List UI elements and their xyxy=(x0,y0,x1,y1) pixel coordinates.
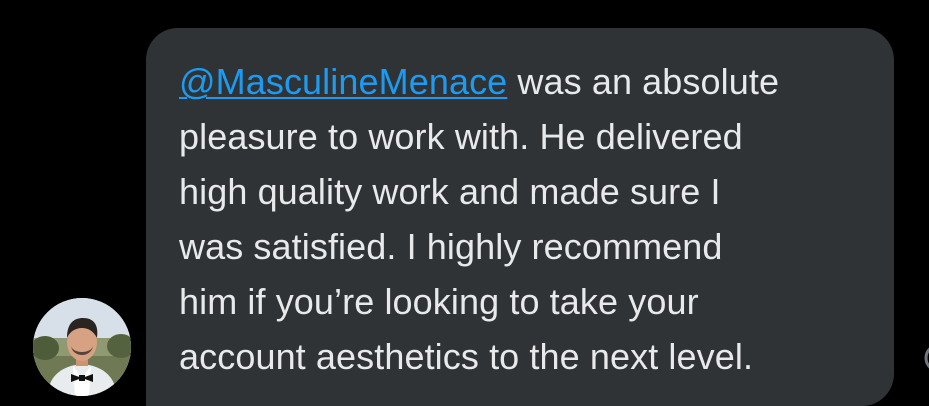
message-bubble[interactable]: @MasculineMenace was an absolute pleasure… xyxy=(146,28,894,406)
message-line-3: high quality work and made sure I xyxy=(179,171,721,212)
mention-link[interactable]: @MasculineMenace xyxy=(179,61,507,102)
message-line-4: was satisfied. I highly recommend xyxy=(179,226,723,267)
message-line-1: was an absolute xyxy=(507,61,780,102)
message-line-2: pleasure to work with. He delivered xyxy=(179,116,743,157)
avatar-photo xyxy=(33,298,131,396)
reaction-icon[interactable] xyxy=(919,338,929,378)
message-line-6: account aesthetics to the next level. xyxy=(179,336,754,377)
sender-avatar[interactable] xyxy=(33,298,131,396)
message-line-5: him if you’re looking to take your xyxy=(179,281,699,322)
message-text: @MasculineMenace was an absolute pleasure… xyxy=(179,54,864,384)
